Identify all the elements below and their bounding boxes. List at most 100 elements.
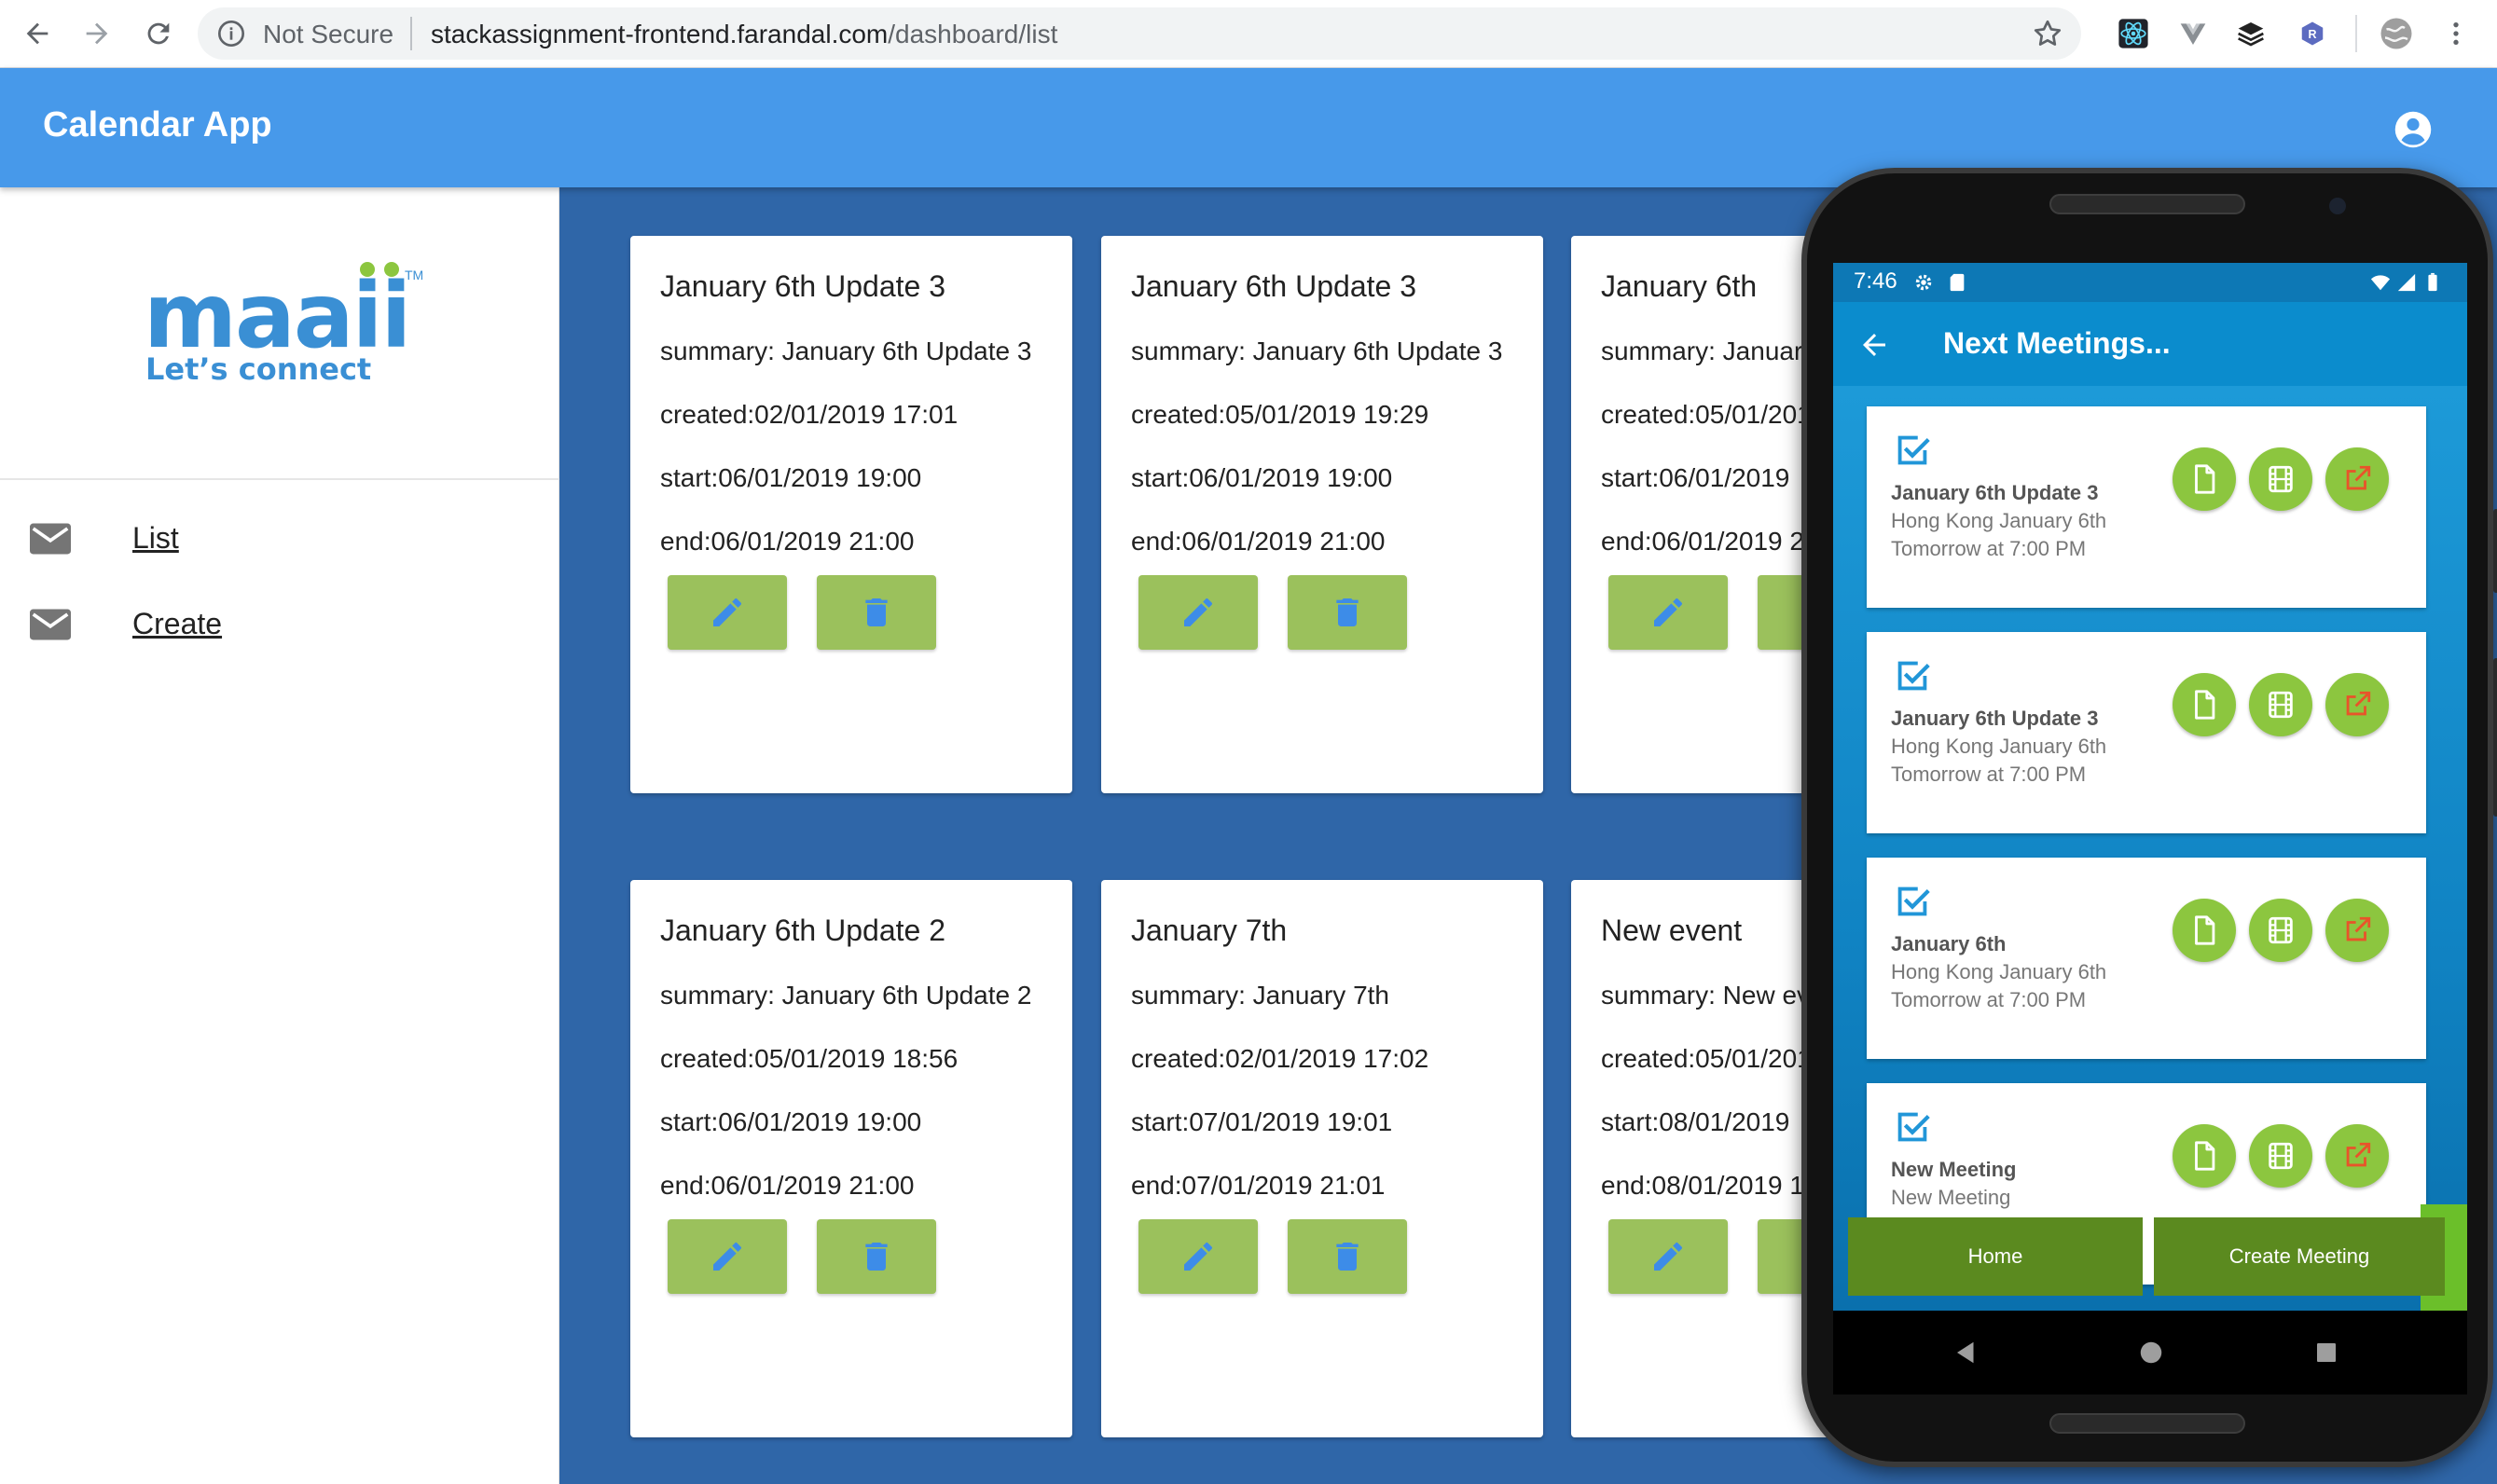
delete-button[interactable]: [817, 1219, 936, 1294]
delete-button[interactable]: [817, 575, 936, 650]
edit-button[interactable]: [668, 575, 787, 650]
sidebar-item-list[interactable]: List: [0, 506, 559, 571]
r-badge-icon: R: [2301, 21, 2324, 46]
pencil-icon: [1654, 598, 1682, 626]
back-button[interactable]: [17, 13, 58, 54]
settings-icon: [1915, 274, 1932, 291]
mail-icon: [30, 523, 71, 555]
bookmark-star-icon[interactable]: [2031, 17, 2064, 50]
meeting-card[interactable]: January 6th Update 3 Hong Kong January 6…: [1867, 406, 2426, 608]
event-card: January 6th Update 3 summary: January 6t…: [630, 236, 1072, 793]
delete-button[interactable]: [1288, 575, 1407, 650]
security-label[interactable]: Not Secure: [263, 20, 393, 49]
meeting-title: January 6th: [1891, 932, 2007, 955]
nav-recents-icon[interactable]: [2312, 1339, 2340, 1367]
document-icon: [2195, 915, 2215, 945]
meeting-time: Tomorrow at 7:00 PM: [1891, 988, 2087, 1011]
meeting-notes-button[interactable]: [2173, 447, 2236, 511]
vue-icon: [2180, 23, 2206, 45]
meeting-location: Hong Kong January 6th: [1891, 509, 2107, 532]
event-created: created:05/01/2019: [1601, 1044, 1827, 1073]
event-title: January 6th: [1601, 269, 1758, 303]
vue-devtools-extension[interactable]: [2176, 17, 2210, 50]
meeting-title: January 6th Update 3: [1891, 481, 2099, 504]
film-icon: [2269, 465, 2293, 493]
meeting-location: Hong Kong January 6th: [1891, 960, 2107, 983]
wifi-icon: [2370, 275, 2391, 291]
sidebar-item-create[interactable]: Create: [0, 592, 559, 657]
meeting-open-button[interactable]: [2325, 673, 2389, 736]
checkbox-checked-icon: [1897, 435, 1930, 465]
phone-camera: [2329, 198, 2346, 214]
document-icon: [2195, 464, 2215, 494]
pencil-icon: [1184, 1243, 1212, 1271]
meeting-location: Hong Kong January 6th: [1891, 735, 2107, 758]
sidebar-item-label[interactable]: Create: [132, 607, 222, 641]
event-summary: summary: January 6th Update 2: [660, 981, 1032, 1010]
forward-button[interactable]: [76, 13, 117, 54]
event-summary: summary: January 6th Update 3: [660, 337, 1032, 365]
meeting-video-button[interactable]: [2249, 1124, 2312, 1188]
browser-menu-button[interactable]: [2439, 17, 2473, 50]
profile-avatar[interactable]: [2380, 17, 2413, 50]
event-title: New event: [1601, 914, 1743, 947]
nav-back-icon[interactable]: [1952, 1339, 1980, 1367]
checkbox-checked-icon: [1897, 1112, 1930, 1142]
react-devtools-extension[interactable]: [2117, 17, 2150, 50]
event-start: start:07/01/2019 19:01: [1131, 1107, 1393, 1136]
meeting-video-button[interactable]: [2249, 673, 2312, 736]
back-arrow-icon[interactable]: [1857, 328, 1891, 362]
phone-mockup: 7:46 Next Meetings... January 6th Update…: [1801, 168, 2497, 1467]
event-created: created:02/01/2019 17:01: [660, 400, 959, 429]
phone-speaker: [2049, 194, 2245, 214]
meeting-notes-button[interactable]: [2173, 1124, 2236, 1188]
signal-icon: [2397, 273, 2416, 292]
delete-button[interactable]: [1288, 1219, 1407, 1294]
phone-toolbar: Next Meetings...: [1833, 302, 2467, 386]
sidebar-item-label[interactable]: List: [132, 521, 179, 556]
r-extension[interactable]: R: [2296, 17, 2329, 50]
meeting-notes-button[interactable]: [2173, 673, 2236, 736]
phone-volume-key: [2493, 658, 2497, 817]
meeting-open-button[interactable]: [2325, 1124, 2389, 1188]
meeting-card[interactable]: January 6th Hong Kong January 6th Tomorr…: [1867, 858, 2426, 1059]
event-start: start:06/01/2019: [1601, 463, 1790, 492]
meeting-card[interactable]: January 6th Update 3 Hong Kong January 6…: [1867, 632, 2426, 833]
edit-button[interactable]: [1138, 1219, 1258, 1294]
edit-button[interactable]: [668, 1219, 787, 1294]
logo-tagline: Let’s connect: [145, 351, 372, 387]
edit-button[interactable]: [1138, 575, 1258, 650]
meeting-notes-button[interactable]: [2173, 899, 2236, 962]
phone-screen-title: Next Meetings...: [1943, 326, 2171, 360]
external-link-icon: [2346, 465, 2371, 490]
meeting-open-button[interactable]: [2325, 447, 2389, 511]
meeting-video-button[interactable]: [2249, 447, 2312, 511]
event-created: created:02/01/2019 17:02: [1131, 1044, 1429, 1073]
event-card: January 7th summary: January 7th created…: [1101, 880, 1543, 1437]
layers-extension[interactable]: [2234, 17, 2268, 50]
reload-button[interactable]: [138, 13, 179, 54]
event-start: start:06/01/2019 19:00: [1131, 463, 1393, 492]
android-nav-bar: [1833, 1311, 2467, 1395]
trash-icon: [1336, 598, 1359, 626]
mail-icon: [30, 609, 71, 640]
globe-avatar-icon: [2380, 18, 2412, 49]
edit-button[interactable]: [1608, 1219, 1728, 1294]
nav-home-icon[interactable]: [2137, 1339, 2165, 1367]
event-end: end:08/01/2019 1: [1601, 1171, 1804, 1200]
url-text[interactable]: stackassignment-frontend.farandal.com/da…: [431, 20, 1057, 49]
edit-button[interactable]: [1608, 575, 1728, 650]
meeting-video-button[interactable]: [2249, 899, 2312, 962]
meeting-open-button[interactable]: [2325, 899, 2389, 962]
meeting-time: Tomorrow at 7:00 PM: [1891, 537, 2087, 560]
film-icon: [2269, 916, 2293, 944]
pencil-icon: [1654, 1243, 1682, 1271]
account-circle-icon[interactable]: [2393, 109, 2434, 150]
phone-speaker-bottom: [2049, 1413, 2245, 1434]
logo-dot: [360, 262, 375, 277]
create-meeting-tab-button[interactable]: Create Meeting: [2154, 1217, 2445, 1296]
address-bar[interactable]: Not Secure stackassignment-frontend.fara…: [198, 7, 2081, 60]
home-tab-button[interactable]: Home: [1848, 1217, 2143, 1296]
battery-icon: [2428, 272, 2437, 292]
pencil-icon: [1184, 598, 1212, 626]
